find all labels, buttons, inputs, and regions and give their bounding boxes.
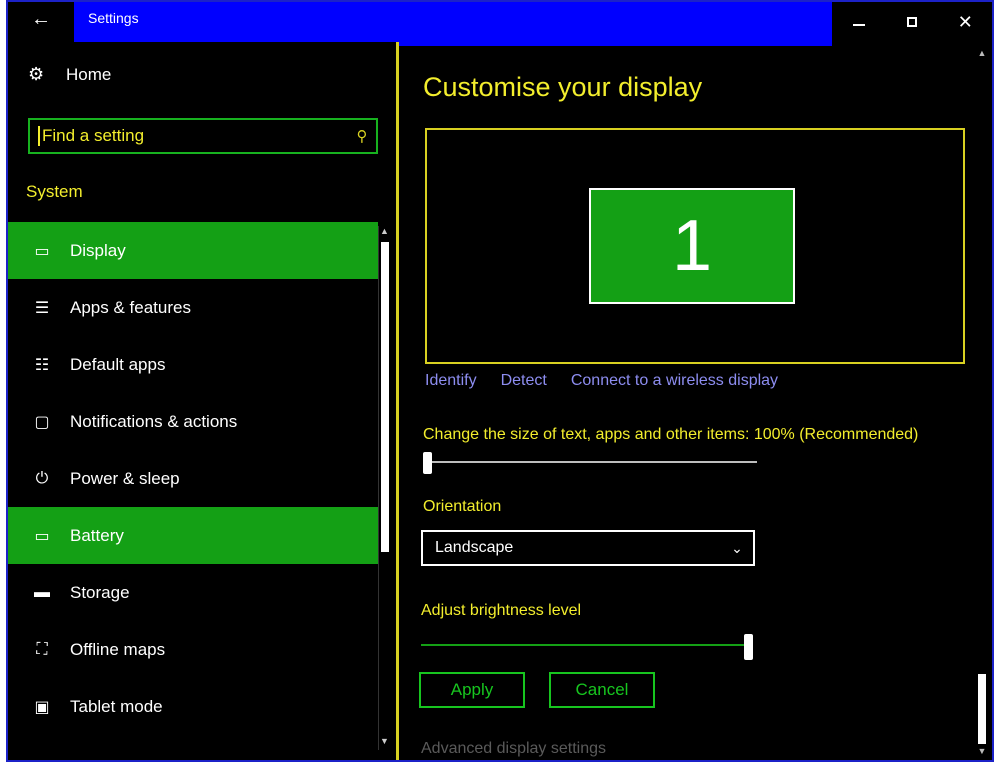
scroll-up-icon[interactable]: ▲: [975, 48, 989, 62]
window-title: Settings: [88, 10, 139, 26]
chevron-down-icon: ⌄: [731, 539, 743, 556]
sidebar-item-apps-features[interactable]: ☰ Apps & features: [8, 279, 378, 336]
sidebar-item-label: Default apps: [70, 354, 166, 374]
section-label-system: System: [26, 182, 83, 201]
scroll-down-icon[interactable]: ▼: [379, 736, 390, 750]
orientation-dropdown[interactable]: Landscape ⌄: [421, 530, 755, 566]
back-button[interactable]: ←: [8, 2, 74, 36]
sidebar-item-label: Storage: [70, 582, 130, 602]
brightness-slider-track: [421, 644, 753, 646]
main-scroll-thumb[interactable]: [978, 674, 986, 744]
main-content: Customise your display 1 Identify Detect…: [399, 42, 973, 760]
sidebar-item-label: Apps & features: [70, 297, 191, 317]
search-icon[interactable]: ⚲: [348, 127, 376, 145]
storage-icon: ▬: [34, 583, 50, 601]
sidebar-item-notifications-actions[interactable]: ▢ Notifications & actions: [8, 393, 378, 450]
display-arrangement-area: 1: [425, 128, 965, 364]
nav-list: ▭ Display ☰ Apps & features ☷ Default apps ▢ No…: [8, 222, 378, 735]
sidebar-item-label: Tablet mode: [70, 696, 163, 716]
scale-slider[interactable]: [423, 452, 757, 474]
sidebar-scrollbar[interactable]: ▲ ▼: [378, 226, 390, 750]
sidebar-item-label: Notifications & actions: [70, 411, 238, 431]
monitor-tile[interactable]: 1: [589, 188, 795, 304]
settings-window: ← Settings ✕ ⚙ Home Find a setting ⚲ Sys…: [6, 0, 994, 762]
sidebar: ⚙ Home Find a setting ⚲ System ▭ Display ☰…: [8, 42, 396, 760]
maximize-button[interactable]: [885, 2, 938, 42]
scroll-down-icon[interactable]: ▼: [975, 746, 989, 760]
sidebar-item-power-sleep[interactable]: ⏻ Power & sleep: [8, 450, 378, 507]
map-icon: ⛶: [36, 640, 48, 658]
wireless-display-link[interactable]: Connect to a wireless display: [571, 372, 778, 390]
scale-slider-thumb[interactable]: [423, 452, 432, 474]
apply-button[interactable]: Apply: [419, 672, 525, 708]
page-title: Customise your display: [423, 72, 703, 102]
minimize-icon: [852, 24, 865, 26]
brightness-slider[interactable]: [421, 634, 753, 660]
maximize-icon: [906, 17, 917, 27]
sidebar-item-display[interactable]: ▭ Display: [8, 222, 378, 279]
gear-icon: ⚙: [28, 64, 45, 84]
close-button[interactable]: ✕: [939, 2, 992, 42]
sidebar-item-tablet-mode[interactable]: ▣ Tablet mode: [8, 678, 378, 735]
power-icon: ⏻: [35, 469, 49, 487]
orientation-value: Landscape: [435, 539, 514, 556]
detect-link[interactable]: Detect: [501, 372, 547, 390]
home-label: Home: [66, 64, 112, 84]
cancel-label: Cancel: [575, 680, 629, 699]
search-input[interactable]: Find a setting ⚲: [28, 118, 378, 154]
brightness-slider-thumb[interactable]: [744, 634, 753, 660]
battery-icon: ▭: [34, 527, 50, 545]
back-arrow-icon: ←: [31, 7, 51, 30]
cancel-button[interactable]: Cancel: [549, 672, 655, 708]
sidebar-item-label: Display: [70, 240, 126, 260]
title-bar: ← Settings ✕: [8, 2, 992, 46]
title-strip: Settings: [74, 2, 832, 46]
brightness-label: Adjust brightness level: [421, 602, 582, 619]
display-links: Identify Detect Connect to a wireless di…: [425, 372, 778, 390]
sidebar-scroll-thumb[interactable]: [381, 242, 389, 552]
home-nav-item[interactable]: ⚙ Home: [28, 64, 111, 85]
scale-label: Change the size of text, apps and other …: [423, 426, 919, 443]
minimize-button[interactable]: [832, 2, 885, 42]
sidebar-item-offline-maps[interactable]: ⛶ Offline maps: [8, 621, 378, 678]
sidebar-item-label: Power & sleep: [70, 468, 180, 488]
sidebar-item-default-apps[interactable]: ☷ Default apps: [8, 336, 378, 393]
tablet-icon: ▣: [34, 698, 50, 716]
identify-link[interactable]: Identify: [425, 372, 477, 390]
sidebar-item-label: Offline maps: [70, 639, 166, 659]
window-controls: ✕: [832, 2, 992, 42]
scale-slider-track: [423, 461, 757, 463]
monitor-icon: ▭: [34, 242, 50, 260]
list-icon: ☰: [34, 299, 50, 317]
scroll-up-icon[interactable]: ▲: [379, 226, 390, 240]
sidebar-item-label: Battery: [70, 525, 124, 545]
close-icon: ✕: [957, 11, 973, 32]
apply-label: Apply: [450, 680, 494, 699]
default-apps-icon: ☷: [34, 356, 50, 374]
monitor-number: 1: [671, 206, 713, 286]
sidebar-item-storage[interactable]: ▬ Storage: [8, 564, 378, 621]
orientation-label: Orientation: [423, 498, 502, 515]
search-input-text: Find a setting: [38, 126, 348, 146]
speech-bubble-icon: ▢: [34, 413, 50, 431]
sidebar-item-battery[interactable]: ▭ Battery: [8, 507, 378, 564]
main-scrollbar[interactable]: ▲ ▼: [975, 48, 989, 760]
advanced-display-settings-link[interactable]: Advanced display settings: [421, 740, 606, 758]
